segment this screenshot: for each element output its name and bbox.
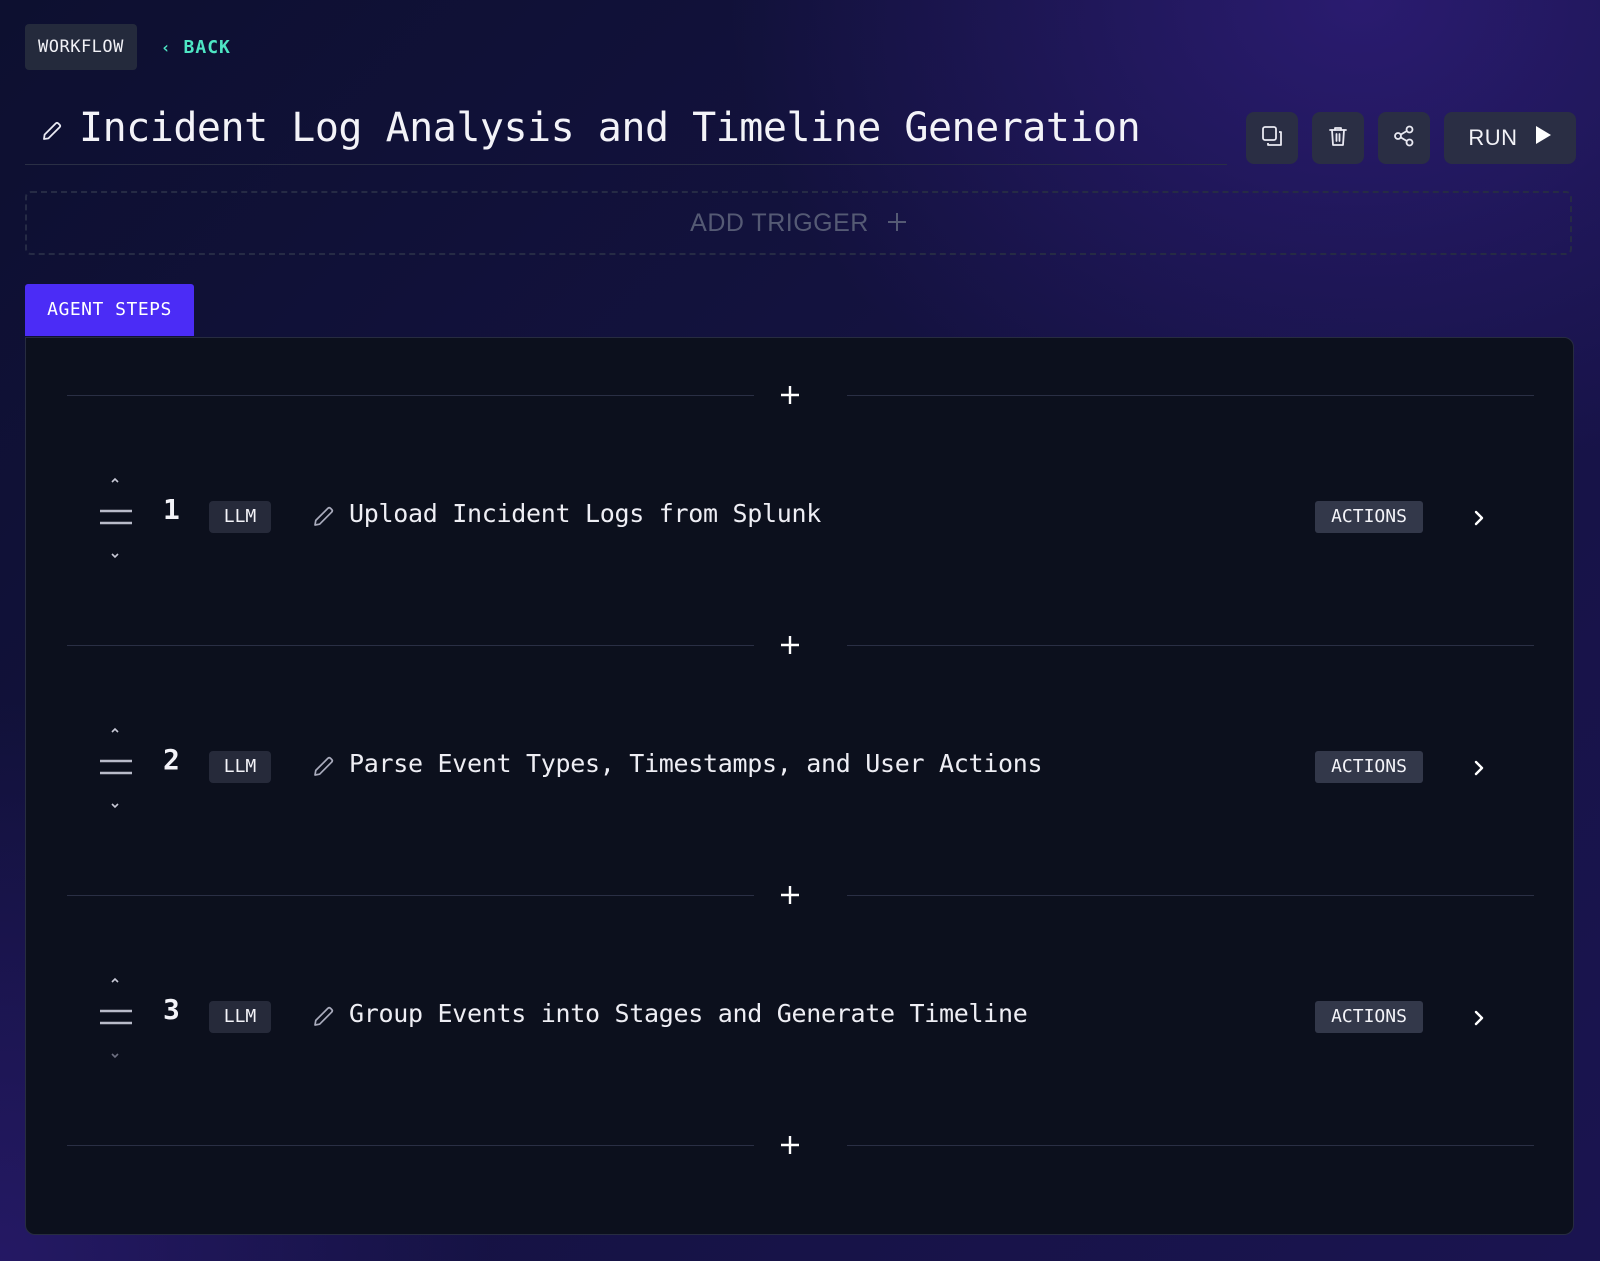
step-type-badge: LLM xyxy=(209,1001,271,1033)
chevron-down-icon xyxy=(111,553,119,559)
plus-icon xyxy=(781,636,799,654)
move-down-button[interactable] xyxy=(103,1051,127,1071)
divider-line xyxy=(847,645,1534,646)
chevron-left-icon: ‹ xyxy=(160,37,172,57)
agent-steps-panel: 1 LLM Upload Incident Logs from Splunk A… xyxy=(25,337,1574,1235)
chevron-up-icon xyxy=(111,977,119,983)
move-up-button[interactable] xyxy=(103,475,127,495)
divider-line xyxy=(67,645,754,646)
divider-line xyxy=(847,1145,1534,1146)
chevron-right-icon[interactable] xyxy=(1467,505,1491,531)
move-up-button[interactable] xyxy=(103,725,127,745)
chevron-right-icon[interactable] xyxy=(1467,755,1491,781)
drag-handle-icon[interactable] xyxy=(99,505,133,529)
plus-icon xyxy=(781,1136,799,1154)
top-nav: WORKFLOW ‹ BACK xyxy=(25,24,231,70)
divider-line xyxy=(67,395,754,396)
actions-button[interactable]: ACTIONS xyxy=(1315,1001,1423,1033)
run-button[interactable]: RUN xyxy=(1444,112,1576,164)
step-name[interactable]: Upload Incident Logs from Splunk xyxy=(349,499,821,528)
add-step-button[interactable] xyxy=(775,380,805,410)
edit-step-icon[interactable] xyxy=(311,753,337,779)
chevron-right-icon[interactable] xyxy=(1467,1005,1491,1031)
workflow-title[interactable]: Incident Log Analysis and Timeline Gener… xyxy=(79,105,1141,151)
step-name[interactable]: Group Events into Stages and Generate Ti… xyxy=(349,999,1028,1028)
step-type-badge: LLM xyxy=(209,751,271,783)
divider-line xyxy=(847,395,1534,396)
actions-button[interactable]: ACTIONS xyxy=(1315,501,1423,533)
add-trigger-button[interactable]: ADD TRIGGER xyxy=(25,191,1572,255)
step-insert-divider xyxy=(67,380,1534,410)
trash-icon xyxy=(1327,125,1349,151)
step-number: 3 xyxy=(163,993,180,1026)
back-label: BACK xyxy=(183,36,231,58)
step-number: 1 xyxy=(163,493,180,526)
chevron-down-icon xyxy=(111,1053,119,1059)
step-insert-divider xyxy=(67,1130,1534,1160)
step-row: 1 LLM Upload Incident Logs from Splunk A… xyxy=(26,475,1573,575)
step-type-badge: LLM xyxy=(209,501,271,533)
move-up-button[interactable] xyxy=(103,975,127,995)
workflow-chip: WORKFLOW xyxy=(25,24,137,70)
chevron-down-icon xyxy=(111,803,119,809)
tab-agent-steps[interactable]: AGENT STEPS xyxy=(25,284,194,336)
workflow-title-row: Incident Log Analysis and Timeline Gener… xyxy=(25,98,1227,165)
step-insert-divider xyxy=(67,630,1534,660)
add-trigger-label: ADD TRIGGER xyxy=(690,208,869,237)
step-number: 2 xyxy=(163,743,180,776)
chevron-up-icon xyxy=(111,477,119,483)
edit-step-icon[interactable] xyxy=(311,503,337,529)
add-step-button[interactable] xyxy=(775,630,805,660)
step-row: 2 LLM Parse Event Types, Timestamps, and… xyxy=(26,725,1573,825)
back-link[interactable]: ‹ BACK xyxy=(161,37,231,58)
play-icon xyxy=(1534,125,1552,151)
plus-icon xyxy=(781,886,799,904)
run-label: RUN xyxy=(1468,125,1518,150)
chevron-up-icon xyxy=(111,727,119,733)
divider-line xyxy=(67,1145,754,1146)
plus-icon xyxy=(781,386,799,404)
workflow-toolbar: RUN xyxy=(1246,112,1576,164)
divider-line xyxy=(67,895,754,896)
drag-handle-icon[interactable] xyxy=(99,1005,133,1029)
delete-button[interactable] xyxy=(1312,112,1364,164)
edit-title-icon[interactable] xyxy=(39,118,65,144)
copy-icon xyxy=(1261,125,1283,151)
drag-handle-icon[interactable] xyxy=(99,755,133,779)
share-icon xyxy=(1392,124,1416,152)
step-insert-divider xyxy=(67,880,1534,910)
divider-line xyxy=(847,895,1534,896)
plus-icon xyxy=(887,208,907,238)
edit-step-icon[interactable] xyxy=(311,1003,337,1029)
move-down-button[interactable] xyxy=(103,801,127,821)
add-step-button[interactable] xyxy=(775,880,805,910)
move-down-button[interactable] xyxy=(103,551,127,571)
actions-button[interactable]: ACTIONS xyxy=(1315,751,1423,783)
step-row: 3 LLM Group Events into Stages and Gener… xyxy=(26,975,1573,1075)
add-step-button[interactable] xyxy=(775,1130,805,1160)
step-name[interactable]: Parse Event Types, Timestamps, and User … xyxy=(349,749,1043,778)
duplicate-button[interactable] xyxy=(1246,112,1298,164)
share-button[interactable] xyxy=(1378,112,1430,164)
